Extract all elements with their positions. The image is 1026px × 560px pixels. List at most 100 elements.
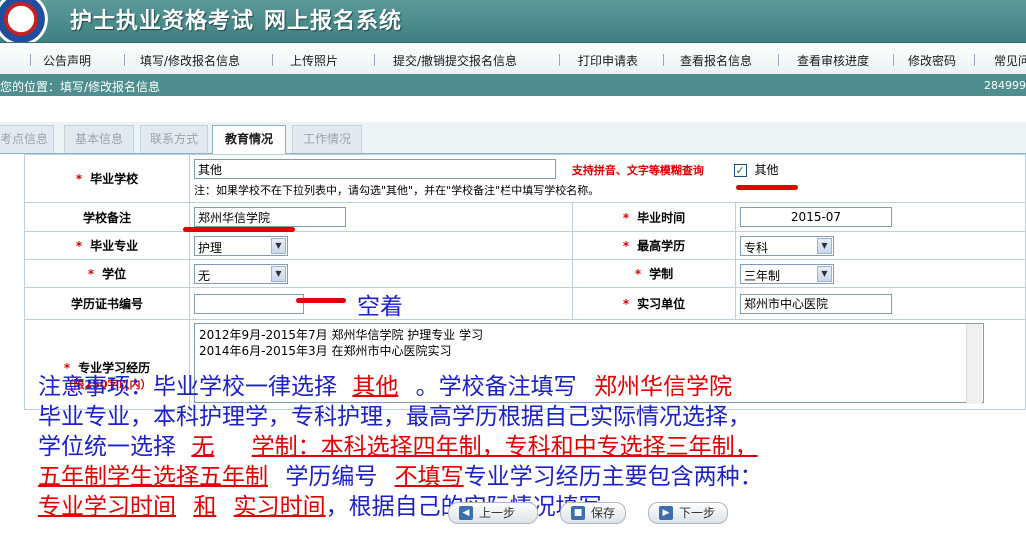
school-label: 毕业学校 [90,172,139,186]
degree-label: 学位 [102,267,127,281]
highlight-stroke [183,227,295,232]
nav-separator [30,54,31,66]
school-input[interactable] [194,159,556,179]
tab-strip: 考点信息 基本信息 联系方式 教育情况 工作情况 [0,122,1026,154]
empty-note: 空着 [357,294,403,320]
save-button-label: 保存 [591,506,616,520]
school-label-cell: * 毕业学校 [24,154,190,203]
intern-label-cell: * 实习单位 [572,287,736,320]
prev-button[interactable]: ◀ 上一步 [448,502,538,524]
system-label-cell: * 学制 [572,259,736,288]
edu-label-cell: * 最高学历 [572,231,736,260]
school-system-select[interactable]: 三年制 ▼ [740,263,834,284]
tab-education[interactable]: 教育情况 [212,125,286,154]
annotation-line: 毕业专业，本科护理学，专科护理，最高学历根据自己实际情况选择， [38,402,1026,432]
annotation-highlight: 五年制学生选择五年制 [38,464,268,490]
nav-item-review-progress[interactable]: 查看审核进度 [797,52,869,69]
major-value: 护理 [198,240,223,255]
major-select[interactable]: 护理 ▼ [194,235,288,256]
tab-basic-info[interactable]: 基本信息 [64,125,134,153]
required-mark: * [622,297,630,311]
intern-unit-input[interactable] [740,293,892,314]
cert-number-input[interactable] [194,293,304,314]
next-button[interactable]: ▶ 下一步 [648,502,728,524]
grad-time-label: 毕业时间 [637,210,686,225]
edu-label: 最高学历 [637,239,686,253]
required-mark: * [622,239,630,253]
remark-label: 学校备注 [82,210,131,225]
school-field-cell: 支持拼音、文字等模糊查询 ✓ 其他 注：如果学校不在下拉列表中，请勾选"其他"，… [189,154,1026,203]
school-remark-input[interactable] [194,207,346,227]
nav-separator [974,54,975,66]
annotation-text: 注意事项：毕业学校一律选择 [38,374,337,400]
grad-time-input[interactable] [740,207,892,227]
nav-item-change-password[interactable]: 修改密码 [908,52,956,69]
intern-field-cell [735,287,1026,320]
edu-field-cell: 专科 ▼ [735,231,1026,260]
annotation-line: 学位统一选择 无 学制：本科选择四年制，专科和中专选择三年制， [38,432,1026,462]
nav-item-print[interactable]: 打印申请表 [578,52,638,69]
annotation-highlight: 郑州华信学院 [593,374,732,400]
nav-separator [893,54,894,66]
nav-separator [124,54,125,66]
app-title-sub: 网上报名系统 [264,9,403,34]
annotation-text: 专业学习经历主要包含两种： [463,464,763,490]
required-mark: * [87,267,95,281]
nav-separator [663,54,664,66]
annotation-text: 。学校备注填写 [415,374,577,400]
arrow-right-icon: ▶ [659,506,673,520]
annotation-highlight: 学制：本科选择四年制，专科和中专选择三年制， [251,434,758,460]
degree-label-cell: * 学位 [24,259,190,288]
annotation-line: 注意事项：毕业学校一律选择 其他 。学校备注填写 郑州华信学院 [38,372,1026,402]
nav-separator [559,54,560,66]
school-other-label: 其他 [754,162,779,177]
system-field-cell: 三年制 ▼ [735,259,1026,288]
annotation-highlight: 不填写 [394,464,464,490]
main-nav: 公告声明 填写/修改报名信息 上传照片 提交/撤销提交报名信息 打印申请表 查看… [0,42,1026,74]
app-title: 护士执业资格考试 网上报名系统 [70,3,402,35]
major-label: 毕业专业 [90,239,139,253]
save-icon: ■ [571,506,585,520]
account-number: 284999 [984,79,1026,92]
arrow-left-icon: ◀ [459,506,473,520]
logo-icon [0,0,48,42]
school-search-hint: 支持拼音、文字等模糊查询 [571,163,704,177]
tab-exam-site[interactable]: 考点信息 [0,125,54,153]
annotation-text: 学位统一选择 [38,434,176,460]
major-label-cell: * 毕业专业 [24,231,190,260]
button-bar: ◀ 上一步 ■ 保存 ▶ 下一步 [0,500,1026,560]
chevron-down-icon: ▼ [817,237,832,254]
highlight-stroke [296,298,346,303]
app-header: 护士执业资格考试 网上报名系统 [0,0,1026,42]
remark-label-cell: 学校备注 [24,202,190,232]
intern-label: 实习单位 [637,297,686,311]
next-button-label: 下一步 [679,506,716,520]
tab-work[interactable]: 工作情况 [292,125,362,153]
breadcrumb: 您的位置：填写/修改报名信息 [0,80,161,94]
degree-select[interactable]: 无 ▼ [194,263,288,284]
nav-item-faq[interactable]: 常见问 [994,52,1026,69]
required-mark: * [634,267,642,281]
chevron-down-icon: ▼ [271,265,286,282]
school-other-checkbox[interactable]: ✓ [733,163,747,177]
tab-contact[interactable]: 联系方式 [140,125,208,153]
required-mark: * [75,239,83,253]
nav-item-upload-photo[interactable]: 上传照片 [290,52,338,69]
major-field-cell: 护理 ▼ [189,231,573,260]
nav-item-submit[interactable]: 提交/撤销提交报名信息 [393,52,517,69]
school-note: 注：如果学校不在下拉列表中，请勾选"其他"，并在"学校备注"栏中填写学校名称。 [194,184,600,197]
education-value: 专科 [744,240,769,255]
chevron-down-icon: ▼ [271,237,286,254]
education-select[interactable]: 专科 ▼ [740,235,834,256]
chevron-down-icon: ▼ [817,265,832,282]
grad-time-field-cell [735,202,1026,232]
nav-item-fill-info[interactable]: 填写/修改报名信息 [140,52,240,69]
save-button[interactable]: ■ 保存 [560,502,626,524]
nav-item-announcement[interactable]: 公告声明 [43,52,91,69]
cert-label-cell: 学历证书编号 [24,287,190,320]
degree-field-cell: 无 ▼ [189,259,573,288]
degree-value: 无 [198,268,211,283]
annotation-highlight: 无 [191,434,215,460]
nav-item-view-info[interactable]: 查看报名信息 [680,52,752,69]
highlight-stroke [736,185,798,190]
